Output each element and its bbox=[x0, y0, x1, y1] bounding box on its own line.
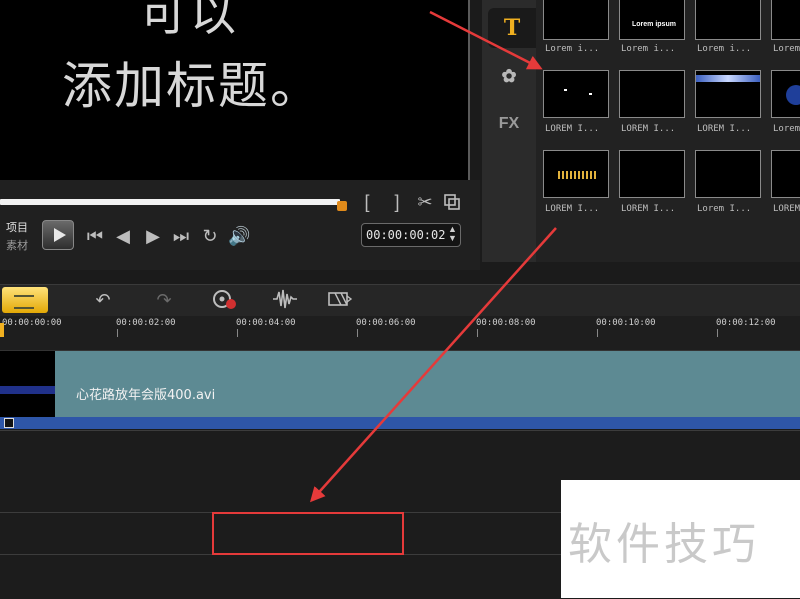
watermark-text: 软件技巧 bbox=[568, 519, 760, 570]
arrow-to-library bbox=[429, 10, 543, 70]
arrow-to-title-track bbox=[309, 227, 557, 503]
